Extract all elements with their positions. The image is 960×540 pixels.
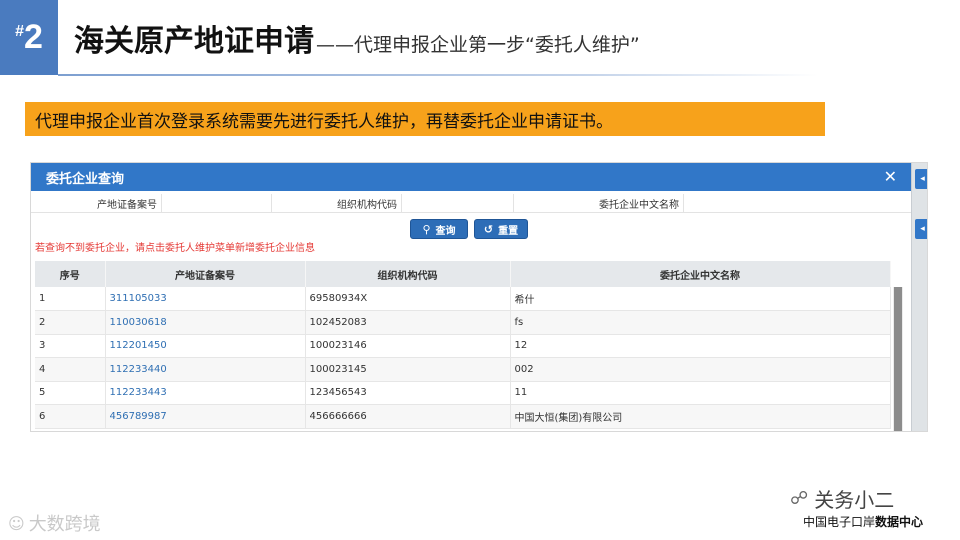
table-row[interactable]: 6 456789987 456666666 中国大恒(集团)有限公司 (35, 404, 891, 429)
cell-index: 5 (35, 381, 106, 405)
dialog-header: 委托企业查询 ✕ (31, 163, 911, 191)
cell-company-name: fs (510, 310, 891, 335)
cell-company-name: 002 (510, 357, 891, 382)
filter-row: 产地证备案号 组织机构代码 委托企业中文名称 (31, 193, 911, 213)
watermark-left-text: 大数跨境 (28, 514, 101, 535)
close-icon[interactable]: ✕ (884, 167, 897, 186)
cell-org-code: 100023146 (305, 334, 511, 358)
entrust-query-dialog: 委托企业查询 ✕ ◂ ◂ 产地证备案号 组织机构代码 委托企业中文名称 ⚲ 查询… (30, 162, 928, 432)
cell-index: 3 (35, 334, 106, 358)
col-header-index[interactable]: 序号 (35, 261, 106, 287)
scrollbar-thumb[interactable] (894, 287, 902, 431)
col-header-cert-no[interactable]: 产地证备案号 (105, 261, 306, 287)
cell-cert-no-link[interactable]: 456789987 (105, 404, 306, 429)
slide-number: 2 (23, 18, 43, 56)
background-tab-icon: ◂ (915, 219, 927, 239)
table-row[interactable]: 5 112233443 123456543 11 (35, 381, 891, 405)
cell-cert-no-link[interactable]: 110030618 (105, 310, 306, 335)
search-icon: ⚲ (422, 222, 431, 236)
table-row[interactable]: 2 110030618 102452083 fs (35, 310, 891, 335)
company-name-input[interactable] (683, 194, 909, 212)
cell-company-name: 中国大恒(集团)有限公司 (510, 404, 891, 429)
title-divider (58, 74, 818, 76)
footer-org-suffix: 数据中心 (875, 515, 924, 529)
cell-index: 4 (35, 357, 106, 382)
wechat-icon: ☍ (790, 488, 809, 509)
cell-org-code: 69580934X (305, 287, 511, 311)
filter-divider (271, 194, 272, 212)
cert-no-input[interactable] (161, 194, 271, 212)
table-row[interactable]: 1 311105033 69580934X 希什 (35, 287, 891, 311)
table-row[interactable]: 3 112201450 100023146 12 (35, 334, 891, 358)
filter-label-cert-no: 产地证备案号 (97, 200, 157, 211)
cell-company-name: 希什 (510, 287, 891, 311)
watermark-logo-icon: ☺ (8, 513, 25, 533)
cell-cert-no-link[interactable]: 112233443 (105, 381, 306, 405)
table-row[interactable]: 4 112233440 100023145 002 (35, 357, 891, 382)
reset-button[interactable]: ↺ 重置 (474, 219, 528, 239)
cell-index: 2 (35, 310, 106, 335)
org-code-input[interactable] (401, 194, 513, 212)
background-tab-icon: ◂ (915, 169, 927, 189)
col-header-company-name[interactable]: 委托企业中文名称 (510, 261, 891, 287)
filter-label-org-code: 组织机构代码 (337, 200, 397, 211)
col-header-org-code[interactable]: 组织机构代码 (305, 261, 511, 287)
hint-text: 若查询不到委托企业，请点击委托人维护菜单新增委托企业信息 (35, 243, 315, 254)
cell-org-code: 100023145 (305, 357, 511, 382)
reset-button-label: 重置 (498, 225, 519, 237)
slide-subtitle: ——代理申报企业第一步“委托人维护” (316, 34, 640, 56)
slide-number-prefix: # (15, 23, 24, 40)
cell-org-code: 102452083 (305, 310, 511, 335)
watermark-right: ☍ 关务小二 (790, 484, 894, 513)
results-table-wrap: 序号 产地证备案号 组织机构代码 委托企业中文名称 1 311105033 69… (35, 261, 905, 431)
cell-org-code: 456666666 (305, 404, 511, 429)
query-button[interactable]: ⚲ 查询 (410, 219, 468, 239)
query-button-label: 查询 (435, 225, 456, 237)
cell-cert-no-link[interactable]: 112233440 (105, 357, 306, 382)
cell-index: 1 (35, 287, 106, 311)
cell-company-name: 11 (510, 381, 891, 405)
watermark-right-text: 关务小二 (814, 488, 895, 512)
slide-title-line: 海关原产地证申请 ——代理申报企业第一步“委托人维护” (74, 16, 640, 66)
callout-banner: 代理申报企业首次登录系统需要先进行委托人维护，再替委托企业申请证书。 (25, 102, 825, 136)
cell-cert-no-link[interactable]: 112201450 (105, 334, 306, 358)
slide-number-badge: # 2 (0, 0, 58, 75)
table-header-row: 序号 产地证备案号 组织机构代码 委托企业中文名称 (35, 261, 891, 287)
filter-label-company-name: 委托企业中文名称 (599, 200, 679, 211)
cell-org-code: 123456543 (305, 381, 511, 405)
slide-title: 海关原产地证申请 (74, 24, 314, 59)
cell-cert-no-link[interactable]: 311105033 (105, 287, 306, 311)
table-scrollbar[interactable] (893, 287, 903, 431)
results-table: 序号 产地证备案号 组织机构代码 委托企业中文名称 1 311105033 69… (35, 261, 891, 429)
footer-organization: 中国电子口岸数据中心 (803, 513, 923, 530)
reset-icon: ↺ (483, 222, 494, 236)
filter-divider (513, 194, 514, 212)
footer-org-prefix: 中国电子口岸 (803, 515, 876, 529)
cell-index: 6 (35, 404, 106, 429)
cell-company-name: 12 (510, 334, 891, 358)
dialog-title: 委托企业查询 (46, 171, 125, 187)
watermark-left: ☺ 大数跨境 (8, 510, 101, 536)
background-window-edge: ◂ ◂ (911, 163, 927, 431)
